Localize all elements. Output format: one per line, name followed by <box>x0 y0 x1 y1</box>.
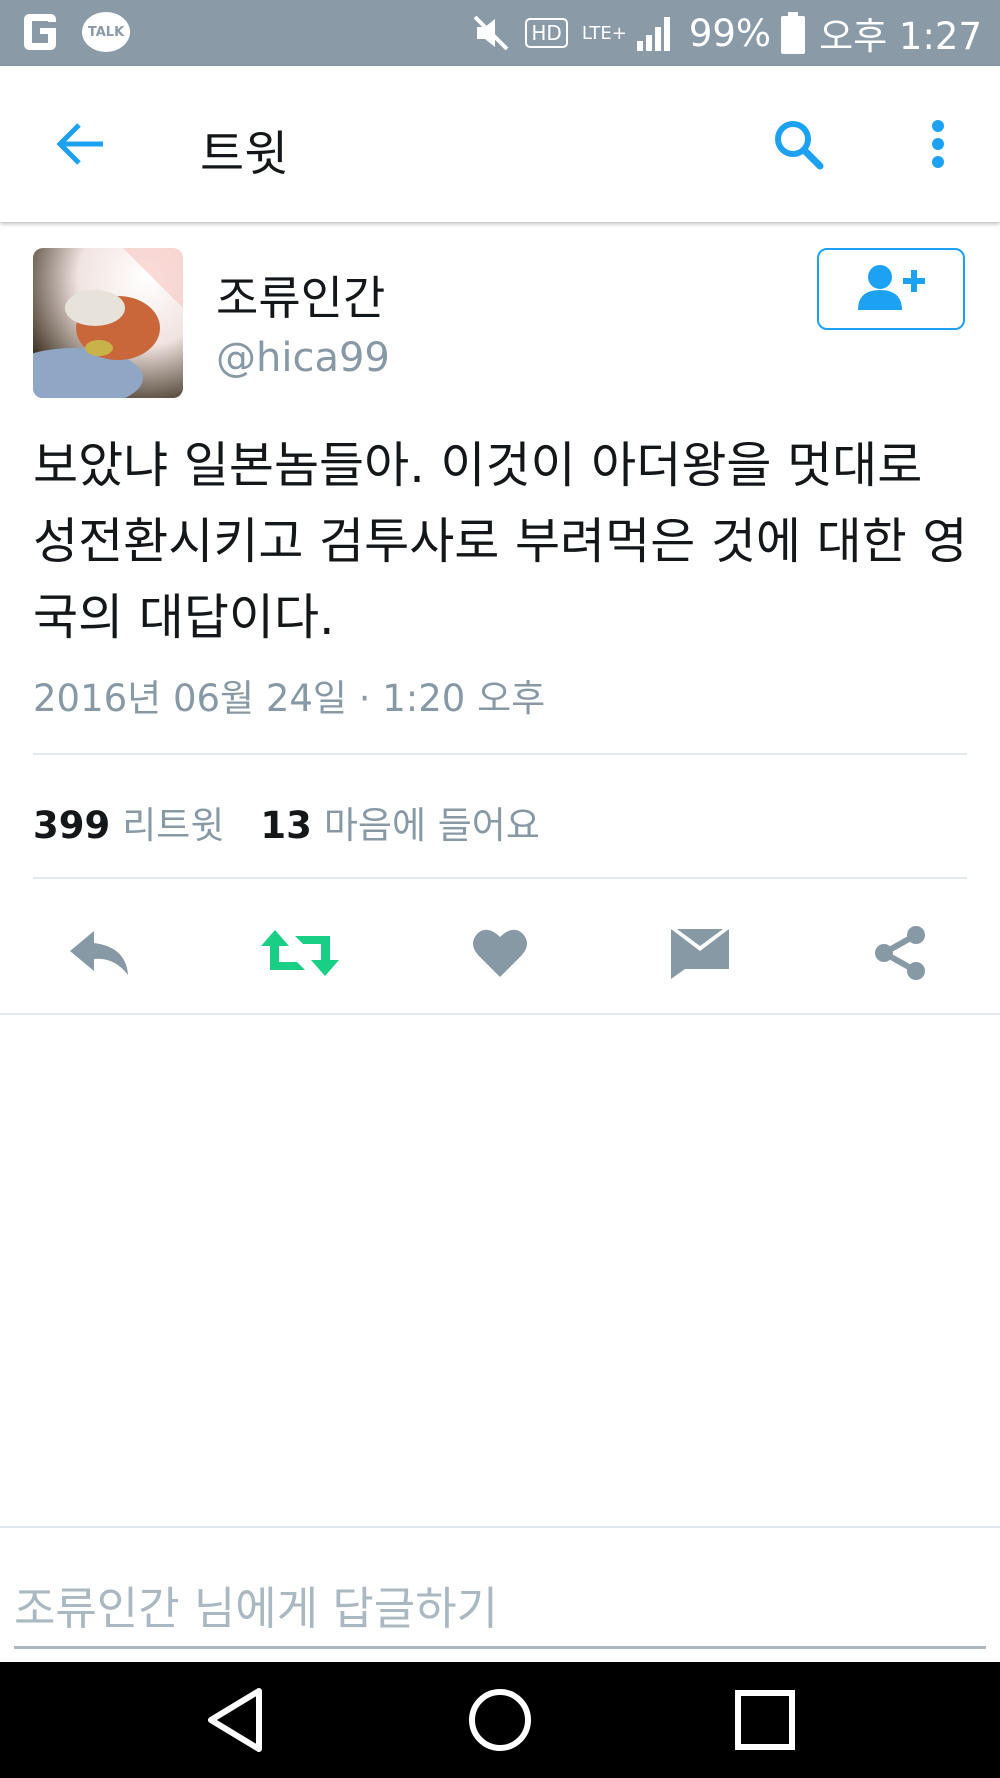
status-bar-right: HD LTE+ 99% 오후 1:27 <box>471 0 982 66</box>
battery-percent: 99% <box>688 11 772 55</box>
clock: 오후 1:27 <box>819 15 982 58</box>
back-button[interactable] <box>40 106 120 182</box>
avatar[interactable] <box>33 248 183 398</box>
retweet-button[interactable] <box>250 913 350 993</box>
carrier-logo-icon <box>24 14 56 50</box>
more-options-button[interactable] <box>908 106 968 182</box>
divider <box>0 1013 1000 1015</box>
reply-button[interactable] <box>50 913 150 993</box>
network-type: LTE+ <box>581 22 627 44</box>
kakaotalk-icon: TALK <box>82 12 130 52</box>
system-nav-bar <box>0 1662 1000 1778</box>
retweet-icon <box>261 930 339 976</box>
system-home-button[interactable] <box>455 1680 545 1760</box>
like-count[interactable]: 13 <box>260 804 312 847</box>
tweet-stats: 399 리트윗 13 마음에 들어요 <box>33 795 576 849</box>
page-title: 트윗 <box>200 126 289 182</box>
signal-icon <box>636 17 670 51</box>
search-icon <box>775 121 824 170</box>
heart-icon <box>473 929 527 977</box>
home-circle-icon <box>469 1689 531 1751</box>
reply-composer: 조류인간 님에게 답글하기 <box>0 1526 1000 1662</box>
divider <box>33 877 967 879</box>
system-recents-button[interactable] <box>720 1680 810 1760</box>
kakaotalk-label: TALK <box>87 24 125 40</box>
divider <box>33 753 967 755</box>
retweet-label[interactable]: 리트윗 <box>122 795 224 849</box>
like-label[interactable]: 마음에 들어요 <box>324 795 540 849</box>
reply-input[interactable]: 조류인간 님에게 답글하기 <box>14 1572 498 1637</box>
share-button[interactable] <box>850 913 950 993</box>
share-icon <box>875 926 925 980</box>
back-arrow-icon <box>56 123 103 165</box>
mute-icon <box>473 15 509 51</box>
hd-badge: HD <box>525 18 568 48</box>
tweet-text: 보았냐 일본놈들아. 이것이 아더왕을 멋대로 성전환시키고 검투사로 부려먹은… <box>33 437 968 646</box>
envelope-icon <box>671 929 729 979</box>
follow-button[interactable] <box>817 248 965 330</box>
more-vertical-icon <box>932 120 944 168</box>
reply-icon <box>70 931 128 975</box>
battery-icon <box>781 12 806 54</box>
recents-square-icon <box>735 1690 795 1750</box>
direct-message-button[interactable] <box>650 913 750 993</box>
search-button[interactable] <box>758 106 838 182</box>
display-name[interactable]: 조류인간 <box>216 262 385 328</box>
reply-input-underline <box>14 1646 986 1649</box>
status-bar: TALK HD LTE+ 99% 오후 1:27 <box>0 0 1000 66</box>
back-triangle-icon <box>208 1688 262 1752</box>
follow-user-icon <box>858 265 925 310</box>
app-bar: 트윗 <box>0 66 1000 222</box>
status-bar-left: TALK <box>18 10 130 54</box>
like-button[interactable] <box>450 913 550 993</box>
system-back-button[interactable] <box>190 1680 280 1760</box>
retweet-count[interactable]: 399 <box>33 804 110 847</box>
tweet-timestamp: 2016년 06월 24일 · 1:20 오후 <box>33 677 546 720</box>
avatar-image <box>33 248 183 398</box>
user-handle[interactable]: @hica99 <box>216 335 390 381</box>
